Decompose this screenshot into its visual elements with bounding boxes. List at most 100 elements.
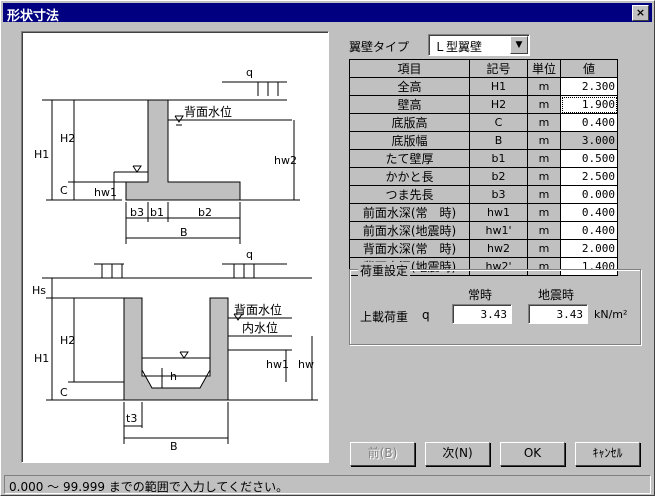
row-value-input[interactable]: 0.000 <box>560 185 618 204</box>
row-item: 底版幅 <box>349 131 470 150</box>
label-c-upper: C <box>60 184 68 197</box>
row-item: 底版高 <box>349 113 470 132</box>
row-item: つま先長 <box>349 185 470 204</box>
label-hs-lower: Hs <box>32 284 46 297</box>
load-settings-legend: 荷重設定 <box>358 262 411 279</box>
table-row: 前面水深(常 時) hw1 m 0.400 <box>349 203 618 222</box>
chevron-down-icon[interactable]: ▼ <box>510 36 528 54</box>
label-hw2-upper: hw2 <box>274 154 297 167</box>
table-row: 全高 H1 m 2.300 <box>349 77 618 96</box>
label-back-water-lower: 背面水位 <box>234 302 282 317</box>
table-row: 壁高 H2 m 1.900 <box>349 95 618 114</box>
load-quake-value: 3.43 <box>556 308 584 321</box>
window-title: 形状寸法 <box>7 9 60 24</box>
row-item: 壁高 <box>349 95 470 114</box>
load-unit: kN/m² <box>594 308 628 321</box>
row-symbol: B <box>469 131 528 150</box>
title-bar: 形状寸法 × <box>3 3 652 24</box>
load-normal-input[interactable]: 3.43 <box>452 304 512 324</box>
row-item: 背面水深(常 時) <box>349 239 470 258</box>
header-item: 項目 <box>349 59 470 78</box>
label-b2-upper: b2 <box>198 206 212 219</box>
row-value-input[interactable]: 3.000 <box>560 131 618 150</box>
row-value-input[interactable]: 2.300 <box>560 77 618 96</box>
wing-type-label: 翼壁タイプ <box>349 40 410 54</box>
row-unit: m <box>527 149 561 168</box>
label-hw1-lower: hw1 <box>266 358 289 371</box>
row-symbol: b3 <box>469 185 528 204</box>
next-button[interactable]: 次(N) <box>425 442 490 466</box>
label-c-lower: C <box>60 386 68 399</box>
table-row: 背面水深(常 時) hw2 m 2.000 <box>349 239 618 258</box>
load-settings-group: 荷重設定 常時 地震時 上載荷重 q 3.43 3.43 kN/m² <box>349 262 641 345</box>
shape-diagram: q 背面水位 H1 H2 C hw1 hw2 b3 b1 b2 B q Hs 背… <box>21 31 329 463</box>
load-col-quake: 地震時 <box>538 288 575 302</box>
row-symbol: H2 <box>469 95 528 114</box>
prev-button[interactable]: 前(B) <box>350 442 415 466</box>
row-value-input[interactable]: 2.000 <box>560 239 618 258</box>
label-b3-upper: b3 <box>130 206 144 219</box>
row-unit: m <box>527 95 561 114</box>
table-row: たて壁厚 b1 m 0.500 <box>349 149 618 168</box>
row-unit: m <box>527 113 561 132</box>
row-symbol: b2 <box>469 167 528 186</box>
table-row: 前面水深(地震時) hw1' m 0.400 <box>349 221 618 240</box>
table-header-row: 項目 記号 単位 値 <box>349 59 618 78</box>
dialog-window: 形状寸法 × q 背面水位 H1 H2 C hw1 hw2 b3 b1 b2 B… <box>0 0 655 496</box>
load-quake-input[interactable]: 3.43 <box>528 304 588 324</box>
row-unit: m <box>527 221 561 240</box>
row-item: たて壁厚 <box>349 149 470 168</box>
row-value-input[interactable]: 0.400 <box>560 221 618 240</box>
header-symbol: 記号 <box>469 59 528 78</box>
row-unit: m <box>527 203 561 222</box>
wing-type-value: Ｌ型翼壁 <box>434 40 483 54</box>
row-symbol: hw2 <box>469 239 528 258</box>
label-back-water-upper: 背面水位 <box>184 104 232 119</box>
row-item: かかと長 <box>349 167 470 186</box>
label-q-lower: q <box>246 248 253 261</box>
load-row-symbol: q <box>422 308 430 322</box>
table-row: つま先長 b3 m 0.000 <box>349 185 618 204</box>
label-b1-upper: b1 <box>150 206 164 219</box>
row-value-input[interactable]: 1.900 <box>560 95 618 114</box>
row-symbol: hw1' <box>469 221 528 240</box>
cancel-button[interactable]: ｷｬﾝｾﾙ <box>575 442 640 466</box>
header-value: 値 <box>560 59 618 78</box>
shape-diagram-svg: q 背面水位 H1 H2 C hw1 hw2 b3 b1 b2 B q Hs 背… <box>32 66 318 453</box>
label-h1-lower: H1 <box>34 352 49 365</box>
ok-button[interactable]: OK <box>500 442 565 466</box>
label-h2-lower: H2 <box>60 334 75 347</box>
row-item: 前面水深(地震時) <box>349 221 470 240</box>
row-item: 全高 <box>349 77 470 96</box>
status-bar: 0.000 ～ 99.999 までの範囲で入力してください。 <box>4 475 651 494</box>
row-symbol: C <box>469 113 528 132</box>
table-row: 底版高 Cm 0.400 <box>349 113 618 132</box>
row-symbol: b1 <box>469 149 528 168</box>
label-h2-upper: H2 <box>60 132 75 145</box>
label-inner-water-lower: 内水位 <box>242 320 278 335</box>
load-col-normal: 常時 <box>468 288 493 302</box>
row-unit: m <box>527 185 561 204</box>
label-b-lower: B <box>170 440 178 453</box>
row-unit: m <box>527 239 561 258</box>
close-button[interactable]: × <box>632 5 649 21</box>
row-value-input[interactable]: 0.400 <box>560 203 618 222</box>
table-row: かかと長 b2 m 2.500 <box>349 167 618 186</box>
row-value-input[interactable]: 0.500 <box>560 149 618 168</box>
row-unit: m <box>527 77 561 96</box>
label-hw1-upper: hw1 <box>94 186 117 199</box>
row-unit: m <box>527 167 561 186</box>
label-h-lower: h <box>170 370 177 383</box>
load-normal-value: 3.43 <box>480 308 508 321</box>
status-text: 0.000 ～ 99.999 までの範囲で入力してください。 <box>9 480 289 494</box>
wing-type-select[interactable]: Ｌ型翼壁 ▼ <box>428 34 530 56</box>
row-unit: m <box>527 131 561 150</box>
row-value-input[interactable]: 2.500 <box>560 167 618 186</box>
label-h1-upper: H1 <box>34 148 49 161</box>
row-value-input[interactable]: 0.400 <box>560 113 618 132</box>
dimension-table: 項目 記号 単位 値 全高 H1 m 2.300 壁高 H2 m 1.900 底版高 Cm 0.… <box>349 59 618 276</box>
header-unit: 単位 <box>527 59 561 78</box>
row-item: 前面水深(常 時) <box>349 203 470 222</box>
label-q-upper: q <box>246 66 253 79</box>
load-row-label: 上載荷重 <box>360 310 409 324</box>
